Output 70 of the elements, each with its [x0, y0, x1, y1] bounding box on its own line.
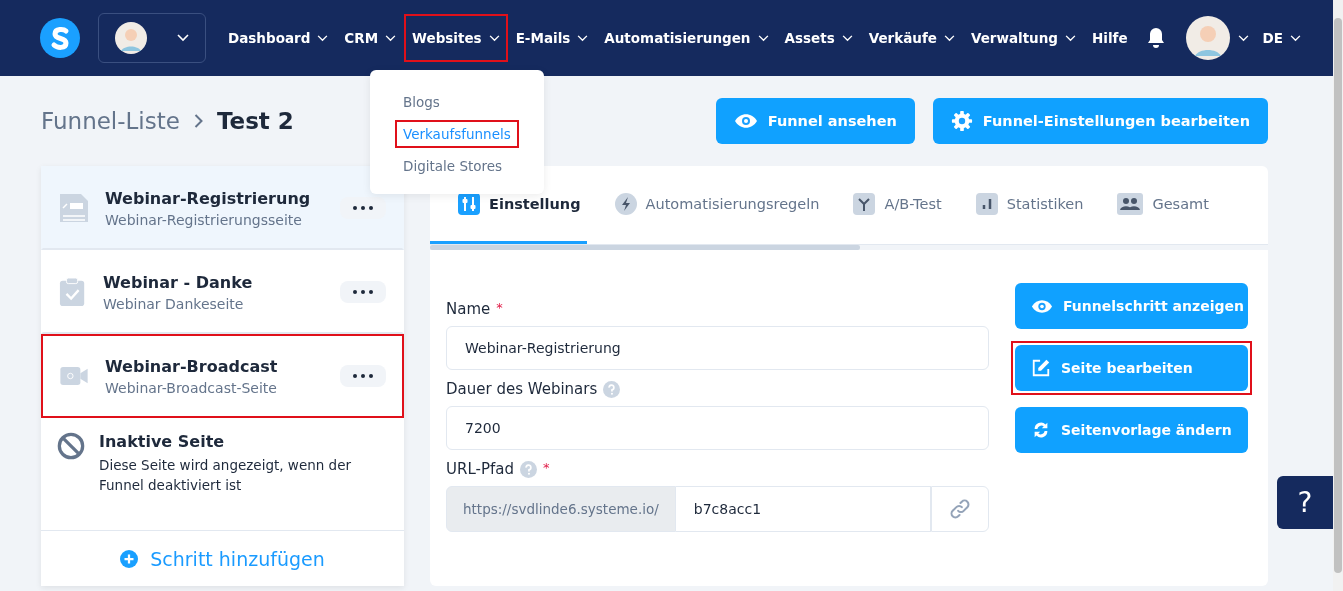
notification-bell-icon[interactable] — [1145, 27, 1166, 49]
more-options-button[interactable] — [340, 365, 386, 387]
scrollbar[interactable] — [1334, 18, 1342, 573]
ellipsis-icon — [353, 374, 373, 378]
nav-menu-item[interactable]: Verwaltung — [962, 14, 1084, 62]
eye-icon — [1031, 298, 1053, 314]
lightning-icon — [614, 192, 637, 215]
field-label: URL-Pfad — [446, 460, 514, 478]
step-title: Webinar - Danke — [103, 272, 254, 292]
nav-menu-item[interactable]: CRM — [336, 14, 405, 62]
avatar-icon — [1185, 16, 1230, 60]
page-title: Test 2 — [216, 108, 294, 134]
field-label: Dauer des Webinars — [446, 380, 598, 398]
funnel-step[interactable]: Webinar - Danke Webinar Dankeseite — [41, 250, 404, 334]
required-marker: * — [496, 300, 503, 315]
nav-menu-item[interactable]: E-Mails — [507, 14, 597, 62]
chevron-icon — [193, 114, 203, 128]
breadcrumb-link[interactable]: Funnel-Liste — [41, 108, 180, 134]
url-path-field[interactable]: b7c8acc1 — [675, 486, 931, 532]
nav-menu-item[interactable]: Verkäufe — [860, 14, 963, 62]
step-description: Diese Seite wird angezeigt, wenn der Funnel deaktiviert ist — [99, 456, 353, 496]
link-icon — [949, 498, 971, 520]
nav-menu-item[interactable]: Hilfe — [1084, 14, 1136, 62]
plus-icon — [120, 549, 139, 568]
nav-menu-item[interactable]: Websites — [404, 14, 508, 62]
avatar-icon — [115, 22, 147, 54]
tab[interactable]: Gesamt — [1089, 166, 1215, 244]
step-title: Webinar-Registrierung — [105, 188, 312, 208]
scrollbar[interactable] — [430, 245, 860, 250]
nav-menu-item[interactable]: Dashboard — [220, 14, 337, 62]
tab[interactable]: A/B-Test — [825, 166, 948, 244]
logo-icon[interactable] — [40, 18, 80, 58]
step-title: Webinar-Broadcast — [105, 356, 279, 376]
nav-menu-item[interactable]: Assets — [776, 14, 861, 62]
nav-menu-item[interactable]: Automatisierungen — [596, 14, 777, 62]
name-field[interactable]: Webinar-Registrierung — [446, 326, 989, 370]
caret-icon — [1290, 34, 1302, 42]
tab[interactable]: Automatisierungsregeln — [586, 166, 826, 244]
more-options-button[interactable] — [340, 197, 386, 219]
page-form-icon — [59, 193, 89, 223]
chevron-icon — [177, 34, 189, 42]
prohibited-icon — [57, 432, 85, 460]
caret-icon — [1237, 34, 1249, 42]
video-camera-icon — [59, 366, 89, 386]
step-subtitle: Webinar-Broadcast-Seite — [105, 379, 278, 396]
field-label: Name — [446, 300, 491, 318]
edit-icon — [1031, 358, 1051, 378]
step-subtitle: Webinar Dankeseite — [103, 295, 245, 312]
ellipsis-icon — [353, 206, 373, 210]
people-icon — [1117, 192, 1144, 215]
required-marker: * — [542, 460, 550, 475]
funnel-step[interactable]: Webinar-Broadcast Webinar-Broadcast-Seite — [41, 334, 404, 418]
account-switcher[interactable] — [98, 13, 206, 63]
settings-icon — [950, 110, 973, 132]
dropdown-item[interactable]: Blogs — [395, 88, 519, 116]
tab[interactable]: Statistiken — [947, 166, 1090, 244]
url-prefix: https://svdlinde6.systeme.io/ — [446, 486, 676, 532]
bar-chart-icon — [975, 192, 998, 215]
language-selector[interactable]: DE — [1254, 14, 1310, 62]
step-subtitle: Webinar-Registrierungsseite — [105, 211, 303, 228]
more-options-button[interactable] — [340, 281, 386, 303]
user-menu[interactable] — [1185, 16, 1249, 60]
clipboard-check-icon — [59, 277, 87, 307]
eye-icon — [733, 113, 758, 129]
ellipsis-icon — [353, 290, 373, 294]
help-button[interactable]: ? — [1277, 476, 1333, 529]
funnel-step[interactable]: Webinar-Registrierung Webinar-Registrierungsseite — [41, 166, 404, 250]
duration-field[interactable]: 7200 — [446, 406, 989, 450]
copy-link-button[interactable] — [931, 486, 989, 532]
step-title: Inaktive Seite — [99, 432, 226, 451]
